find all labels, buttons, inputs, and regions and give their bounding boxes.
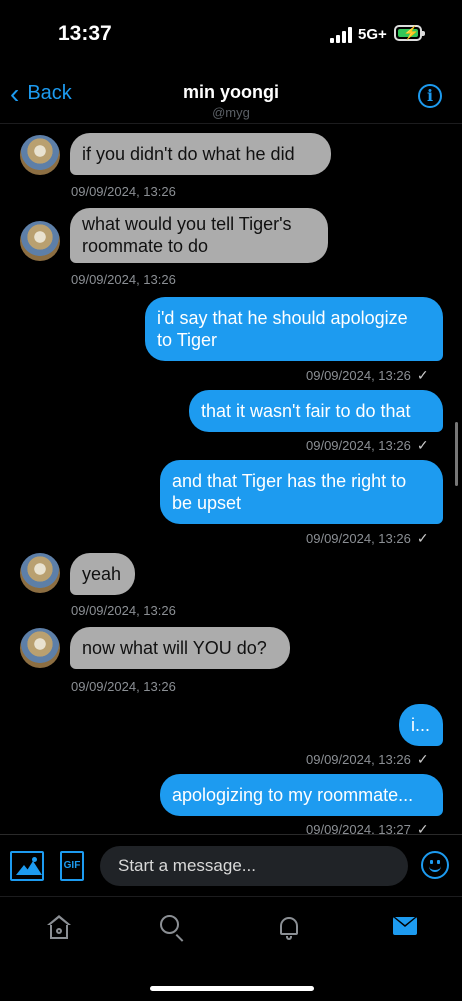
message-timestamp-row: 09/09/2024, 13:26 ✓ — [306, 367, 429, 384]
conversation-header: ‹ Back min yoongi @myg i — [0, 70, 462, 124]
message-timestamp: 09/09/2024, 13:27 — [306, 822, 411, 834]
image-icon[interactable] — [10, 851, 44, 881]
network-label: 5G+ — [358, 26, 387, 43]
search-icon[interactable] — [160, 915, 186, 942]
message-timestamp: 09/09/2024, 13:26 — [71, 603, 176, 618]
status-bar: 13:37 5G+ ⚡ — [0, 0, 462, 70]
message-timestamp-row: 09/09/2024, 13:27 ✓ — [306, 821, 429, 834]
avatar[interactable] — [20, 221, 60, 261]
message-timestamp: 09/09/2024, 13:26 — [306, 531, 411, 546]
incoming-message[interactable]: if you didn't do what he did — [70, 133, 331, 175]
conversation-handle: @myg — [212, 105, 250, 120]
sent-check-icon: ✓ — [416, 821, 429, 834]
incoming-message[interactable]: what would you tell Tiger's roommate to … — [70, 208, 328, 263]
message-input[interactable] — [100, 846, 408, 886]
message-timestamp: 09/09/2024, 13:26 — [306, 438, 411, 453]
outgoing-message[interactable]: and that Tiger has the right to be upset — [160, 460, 443, 524]
outgoing-message[interactable]: i... — [399, 704, 443, 746]
conversation-title: min yoongi — [183, 82, 279, 102]
message-timestamp: 09/09/2024, 13:26 — [306, 368, 411, 383]
gif-icon[interactable]: GIF — [60, 851, 84, 881]
outgoing-message[interactable]: i'd say that he should apologize to Tige… — [145, 297, 443, 361]
avatar[interactable] — [20, 628, 60, 668]
sent-check-icon: ✓ — [416, 530, 429, 546]
home-icon[interactable] — [46, 915, 72, 941]
sent-check-icon: ✓ — [416, 437, 429, 453]
message-timestamp: 09/09/2024, 13:26 — [306, 752, 411, 767]
message-timestamp-row: 09/09/2024, 13:26 ✓ — [306, 437, 429, 454]
incoming-message[interactable]: yeah — [70, 553, 135, 595]
avatar[interactable] — [20, 553, 60, 593]
message-timestamp: 09/09/2024, 13:26 — [71, 679, 176, 694]
incoming-message[interactable]: now what will YOU do? — [70, 627, 290, 669]
messages-icon[interactable] — [393, 917, 417, 935]
sent-check-icon: ✓ — [416, 751, 429, 767]
info-icon[interactable]: i — [418, 84, 442, 108]
message-composer: GIF — [0, 834, 462, 897]
notifications-icon[interactable] — [277, 915, 303, 941]
outgoing-message[interactable]: apologizing to my roommate... — [160, 774, 443, 816]
status-time: 13:37 — [58, 22, 112, 45]
sent-check-icon: ✓ — [416, 367, 429, 383]
message-list[interactable]: if you didn't do what he did 09/09/2024,… — [0, 124, 462, 834]
message-timestamp-row: 09/09/2024, 13:26 ✓ — [306, 530, 429, 547]
scrollbar[interactable] — [455, 422, 458, 486]
home-indicator — [150, 986, 314, 991]
battery-icon: ⚡ — [394, 25, 425, 41]
signal-icon — [330, 27, 352, 43]
outgoing-message[interactable]: that it wasn't fair to do that — [189, 390, 443, 432]
avatar[interactable] — [20, 135, 60, 175]
message-timestamp: 09/09/2024, 13:26 — [71, 272, 176, 287]
emoji-icon[interactable] — [421, 851, 449, 879]
message-timestamp-row: 09/09/2024, 13:26 ✓ — [306, 751, 429, 768]
message-timestamp: 09/09/2024, 13:26 — [71, 184, 176, 199]
